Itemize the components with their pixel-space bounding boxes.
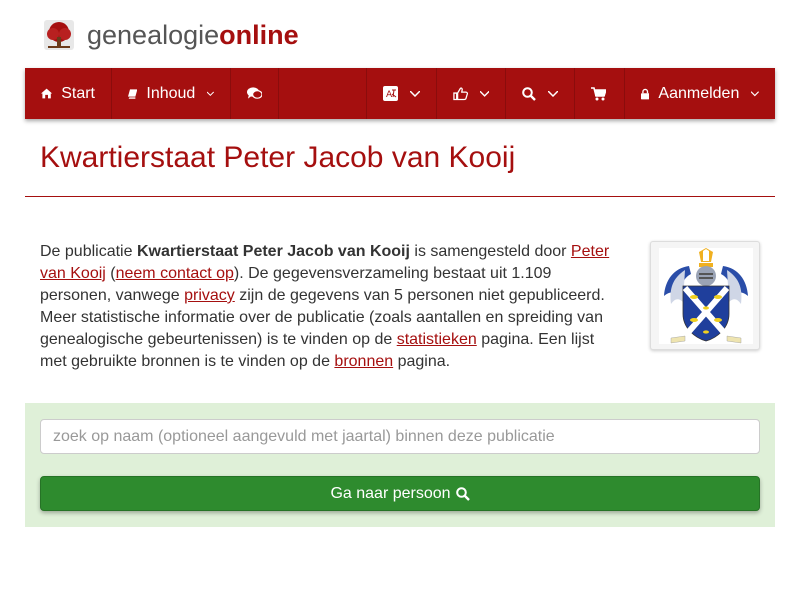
nav-start-label: Start <box>61 84 95 102</box>
svg-text:A: A <box>386 90 393 100</box>
intro-text: is samengesteld door <box>409 243 571 260</box>
person-search-panel: Ga naar persoon <box>25 403 775 527</box>
brand-name: genealogieonline <box>87 20 299 50</box>
home-icon <box>41 88 53 99</box>
search-icon <box>455 486 470 501</box>
go-to-person-label: Ga naar persoon <box>330 484 451 502</box>
chevron-down-icon <box>548 90 558 97</box>
comments-icon <box>247 87 262 99</box>
thumbs-up-icon <box>453 86 468 100</box>
chevron-down-icon <box>410 90 420 97</box>
coat-of-arms-thumbnail[interactable] <box>650 241 760 350</box>
nav-inhoud-label: Inhoud <box>146 84 196 102</box>
nav-login-label: Aanmelden <box>658 84 740 102</box>
book-icon <box>128 88 138 99</box>
page-title: Kwartierstaat Peter Jacob van Kooij <box>40 141 516 174</box>
intro-text: ( <box>105 265 116 282</box>
sources-link[interactable]: bronnen <box>334 353 393 370</box>
language-icon: A <box>383 86 398 101</box>
nav-login[interactable]: Aanmelden <box>625 68 775 119</box>
intro-text: De publicatie <box>40 243 137 260</box>
nav-share[interactable] <box>437 68 506 119</box>
privacy-link[interactable]: privacy <box>184 287 235 304</box>
person-search-input[interactable] <box>40 419 760 454</box>
nav-start[interactable]: Start <box>25 68 112 119</box>
cart-icon <box>591 86 606 100</box>
lock-icon <box>641 88 650 99</box>
brand-name-part2: online <box>219 20 299 50</box>
chevron-down-icon <box>207 91 214 96</box>
nav-search[interactable] <box>506 68 575 119</box>
main-navbar: Start Inhoud A Aanmelden <box>25 68 775 119</box>
tree-icon <box>44 20 74 50</box>
go-to-person-button[interactable]: Ga naar persoon <box>40 476 760 511</box>
nav-inhoud[interactable]: Inhoud <box>112 68 231 119</box>
nav-language[interactable]: A <box>367 68 437 119</box>
title-divider <box>25 196 775 197</box>
intro-text: pagina. <box>393 353 451 370</box>
nav-spacer <box>279 68 367 119</box>
search-icon <box>522 86 536 101</box>
nav-comments[interactable] <box>231 68 279 119</box>
chevron-down-icon <box>751 90 759 96</box>
contact-link[interactable]: neem contact op <box>116 265 234 282</box>
site-brand[interactable]: genealogieonline <box>44 19 299 51</box>
publication-name: Kwartierstaat Peter Jacob van Kooij <box>136 243 410 260</box>
coat-of-arms-image <box>659 248 753 344</box>
publication-intro: De publicatie Kwartierstaat Peter Jacob … <box>40 241 620 373</box>
brand-name-part1: genealogie <box>87 20 220 50</box>
nav-cart[interactable] <box>575 68 625 119</box>
statistics-link[interactable]: statistieken <box>397 331 477 348</box>
chevron-down-icon <box>479 90 489 97</box>
